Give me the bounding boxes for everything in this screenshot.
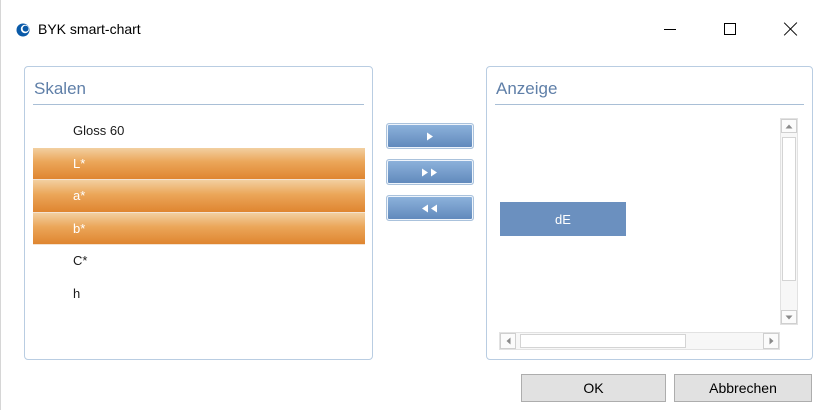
list-item-label: L* <box>73 155 86 171</box>
dialog-window: BYK smart-chart Skalen Gloss 60 L* a* b*… <box>0 0 817 410</box>
list-item-label: Gloss 60 <box>73 123 125 138</box>
list-item-label: b* <box>73 220 86 236</box>
window-title: BYK smart-chart <box>38 21 141 37</box>
list-item[interactable]: a* <box>33 180 365 213</box>
scales-list[interactable]: Gloss 60 L* a* b* C* h <box>33 115 365 310</box>
display-panel-title: Anzeige <box>496 79 558 98</box>
move-all-button[interactable] <box>386 159 474 185</box>
list-item-label: a* <box>73 188 86 203</box>
scroll-up-icon <box>785 124 793 128</box>
horizontal-scroll-thumb[interactable] <box>520 334 686 348</box>
list-item[interactable]: Gloss 60 <box>33 115 365 148</box>
scroll-left-button[interactable] <box>500 333 516 349</box>
close-button[interactable] <box>768 12 814 46</box>
list-item[interactable]: b* <box>33 212 365 245</box>
maximize-icon <box>724 23 736 35</box>
scales-panel: Skalen Gloss 60 L* a* b* C* h <box>24 66 373 360</box>
list-item-label: h <box>73 285 81 301</box>
list-item-label: C* <box>73 253 88 268</box>
byk-logo-icon <box>16 23 30 37</box>
scroll-down-button[interactable] <box>781 310 797 324</box>
scroll-right-icon <box>769 337 773 345</box>
display-item-label: dE <box>555 211 571 227</box>
display-item-de[interactable]: dE <box>500 202 626 236</box>
double-triangle-left-icon <box>422 204 437 212</box>
list-item[interactable]: L* <box>33 147 365 180</box>
horizontal-scrollbar[interactable] <box>499 332 780 350</box>
scales-divider <box>33 104 364 105</box>
scroll-down-icon <box>785 315 793 319</box>
title-bar: BYK smart-chart <box>1 0 817 58</box>
list-item[interactable]: C* <box>33 245 365 278</box>
double-triangle-right-icon <box>422 168 437 176</box>
remove-all-button[interactable] <box>386 195 474 221</box>
list-item[interactable]: h <box>33 278 365 311</box>
vertical-scroll-thumb[interactable] <box>782 137 796 281</box>
minimize-icon <box>664 28 676 30</box>
vertical-scrollbar[interactable] <box>780 118 798 325</box>
display-panel: Anzeige dE <box>486 66 813 360</box>
cancel-button[interactable]: Abbrechen <box>674 374 812 402</box>
move-selected-button[interactable] <box>386 123 474 149</box>
maximize-button[interactable] <box>707 12 753 46</box>
close-icon <box>784 22 798 36</box>
scroll-right-button[interactable] <box>763 333 779 349</box>
scroll-left-icon <box>506 337 510 345</box>
triangle-right-icon <box>427 132 433 140</box>
scroll-up-button[interactable] <box>781 119 797 133</box>
display-divider <box>495 104 804 105</box>
scales-panel-title: Skalen <box>34 79 86 98</box>
minimize-button[interactable] <box>647 12 693 46</box>
ok-button[interactable]: OK <box>521 374 666 402</box>
